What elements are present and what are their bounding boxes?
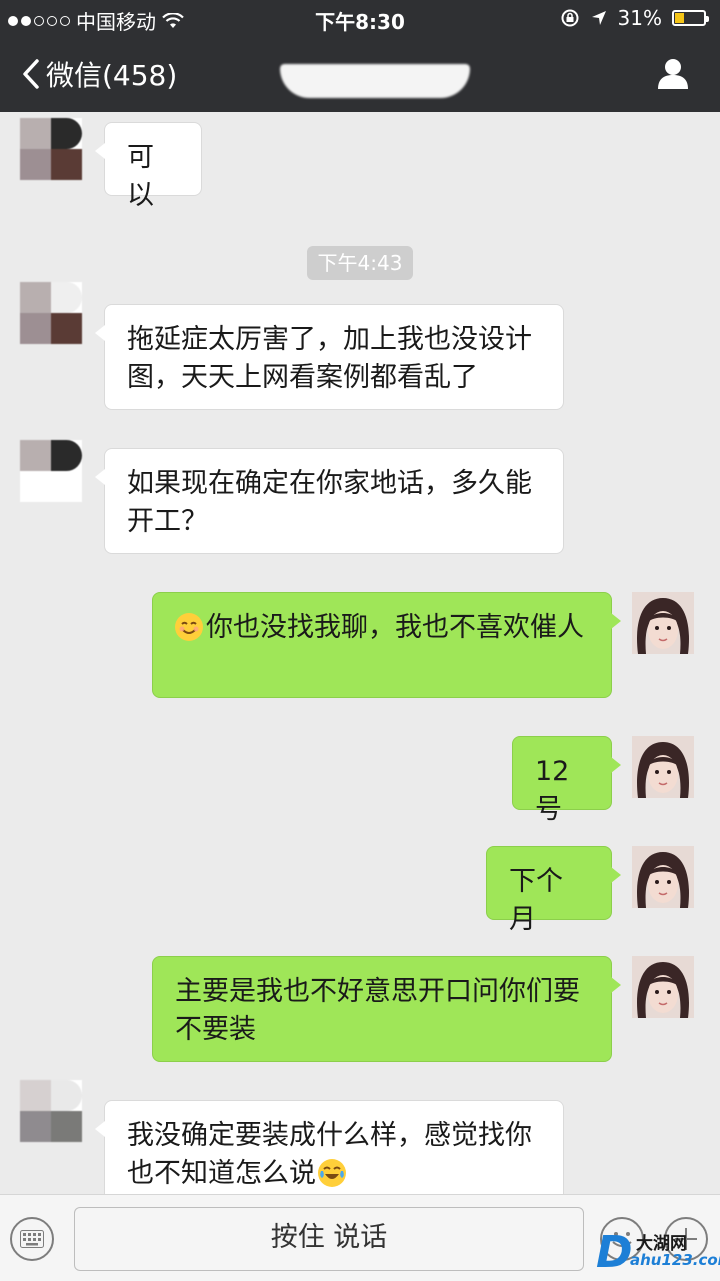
- status-right: 31%: [560, 6, 709, 30]
- message-bubble-incoming[interactable]: 我没确定要装成什么样，感觉找你也不知道怎么说: [95, 1100, 564, 1194]
- watermark-en: ahu123.com: [630, 1251, 720, 1269]
- my-avatar[interactable]: [632, 956, 694, 1018]
- chat-title-redacted: [280, 64, 470, 98]
- back-button[interactable]: 微信(458): [22, 54, 177, 94]
- my-avatar[interactable]: [632, 592, 694, 654]
- girl-portrait-image: [632, 956, 694, 1018]
- message-bubble-outgoing[interactable]: 下个月: [486, 846, 621, 935]
- site-watermark-logo: D 大湖网 ahu123.com: [596, 1225, 720, 1278]
- keyboard-toggle-button[interactable]: [10, 1217, 54, 1261]
- message-bubble-outgoing[interactable]: 主要是我也不好意思开口问你们要不要装: [152, 956, 621, 1062]
- battery-percent: 31%: [617, 6, 662, 30]
- person-icon: [658, 59, 688, 89]
- chat-area[interactable]: 可以 下午4:43 拖延症太厉害了，加上我也没设计图，天天上网看案例都看乱了 如…: [0, 112, 720, 1194]
- my-avatar[interactable]: [632, 846, 694, 908]
- tears-of-joy-emoji-icon: [318, 1159, 346, 1187]
- girl-portrait-image: [632, 736, 694, 798]
- timestamp-chip: 下午4:43: [307, 246, 413, 280]
- nav-bar: 微信(458): [0, 36, 720, 112]
- contact-avatar[interactable]: [20, 282, 82, 344]
- keyboard-icon: [20, 1230, 44, 1248]
- chevron-left-icon: [23, 59, 39, 89]
- message-text: 下个月: [509, 866, 563, 935]
- message-text: 拖延症太厉害了，加上我也没设计图，天天上网看案例都看乱了: [127, 324, 532, 393]
- message-text: 12号: [535, 756, 570, 825]
- message-bubble-incoming[interactable]: 拖延症太厉害了，加上我也没设计图，天天上网看案例都看乱了: [95, 304, 564, 410]
- contact-avatar[interactable]: [20, 1080, 82, 1142]
- chat-info-button[interactable]: [656, 56, 690, 94]
- hold-to-talk-button[interactable]: 按住 说话: [74, 1207, 584, 1271]
- status-bar: 中国移动 下午8:30 31%: [0, 0, 720, 36]
- location-arrow-icon: [591, 11, 606, 25]
- contact-avatar[interactable]: [20, 118, 82, 180]
- message-text: 可以: [127, 142, 154, 211]
- message-bubble-incoming[interactable]: 如果现在确定在你家地话，多久能开工？: [95, 448, 564, 554]
- message-text: 如果现在确定在你家地话，多久能开工？: [127, 468, 532, 537]
- contact-avatar[interactable]: [20, 440, 82, 502]
- my-avatar[interactable]: [632, 736, 694, 798]
- message-bubble-outgoing[interactable]: 12号: [512, 736, 621, 825]
- message-bubble-incoming[interactable]: 可以: [95, 122, 202, 211]
- girl-portrait-image: [632, 592, 694, 654]
- message-text: 你也没找我聊，我也不喜欢催人: [206, 612, 584, 643]
- rotation-lock-icon: [561, 9, 579, 27]
- back-label: 微信(458): [46, 59, 178, 92]
- battery-icon: [672, 10, 709, 26]
- input-bar: 按住 说话 D 大湖网 ahu123.com: [0, 1194, 720, 1281]
- message-bubble-outgoing[interactable]: 你也没找我聊，我也不喜欢催人: [152, 592, 621, 698]
- watermark-letter: D: [596, 1227, 633, 1278]
- girl-portrait-image: [632, 846, 694, 908]
- message-text: 主要是我也不好意思开口问你们要不要装: [175, 976, 580, 1045]
- smile-emoji-icon: [175, 613, 203, 641]
